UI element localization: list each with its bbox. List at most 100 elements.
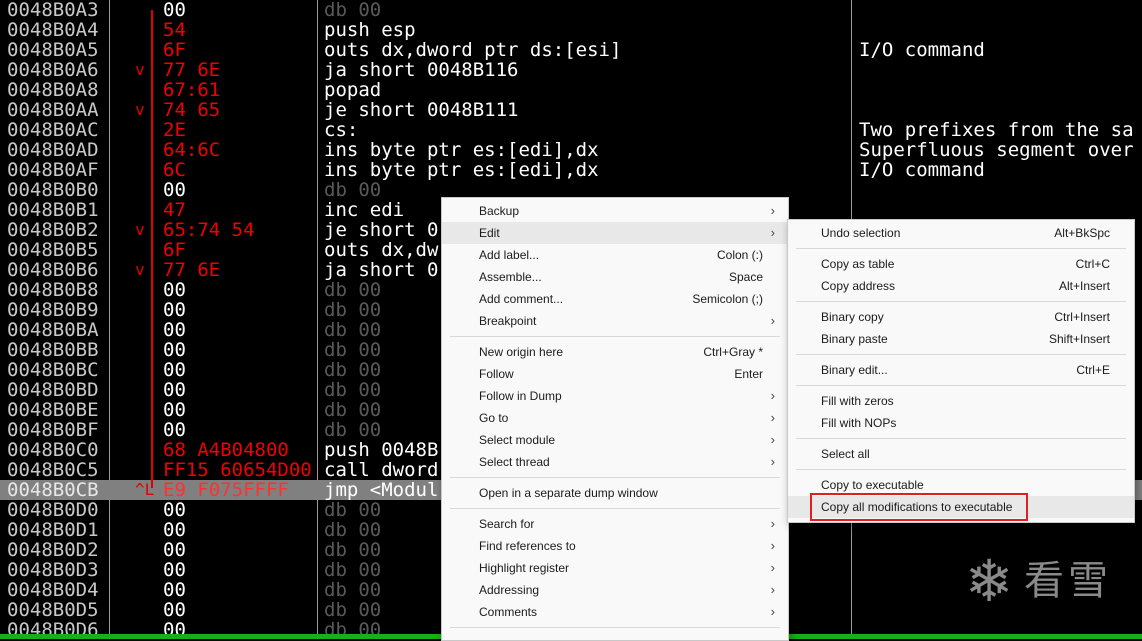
row-bytes: 00 xyxy=(163,340,186,360)
menu-item[interactable]: Add label... Colon (:) xyxy=(442,244,788,266)
menu-item-shortcut: Ctrl+E xyxy=(1076,363,1110,377)
menu-item-label: Fill with NOPs xyxy=(821,416,897,430)
menu-item-label: Follow in Dump xyxy=(479,389,562,403)
chevron-right-icon: › xyxy=(770,538,775,553)
row-address: 0048B0A4 xyxy=(7,20,99,40)
chevron-right-icon: › xyxy=(770,516,775,531)
row-bytes: E9 F075FFFF xyxy=(163,480,289,500)
menu-item-shortcut: Ctrl+Gray * xyxy=(703,345,763,359)
row-bytes: 2E xyxy=(163,120,186,140)
chevron-right-icon: › xyxy=(770,388,775,403)
menu-item[interactable]: Open in a separate dump window xyxy=(442,482,788,504)
menu-item-shortcut: Space xyxy=(728,270,763,284)
row-instruction: ja short 0048B116 xyxy=(324,60,519,80)
menu-item-label: Undo selection xyxy=(821,226,901,240)
row-address: 0048B0AA xyxy=(7,100,99,120)
disasm-row[interactable]: 0048B0A4 54 push esp xyxy=(0,20,1142,40)
row-address: 0048B0D2 xyxy=(7,540,99,560)
submenu-item[interactable]: Binary edit... Ctrl+E xyxy=(788,359,1134,381)
menu-item[interactable]: Find references to › xyxy=(442,535,788,557)
row-address: 0048B0A3 xyxy=(7,0,99,20)
menu-item[interactable]: Follow Enter xyxy=(442,363,788,385)
row-address: 0048B0BF xyxy=(7,420,99,440)
submenu-item[interactable]: Undo selection Alt+BkSpc xyxy=(788,222,1134,244)
menu-separator xyxy=(450,477,780,478)
menu-item[interactable]: Breakpoint › xyxy=(442,310,788,332)
submenu-item[interactable]: Binary paste Shift+Insert xyxy=(788,328,1134,350)
row-bytes: 64:6C xyxy=(163,140,221,160)
menu-separator xyxy=(450,627,780,628)
menu-item[interactable]: Go to › xyxy=(442,407,788,429)
submenu-item[interactable]: Fill with NOPs xyxy=(788,412,1134,434)
row-address: 0048B0A6 xyxy=(7,60,99,80)
row-bytes: 00 xyxy=(163,560,186,580)
disasm-row[interactable]: 0048B0A3 00 db 00 xyxy=(0,0,1142,20)
row-instruction: push esp xyxy=(324,20,416,40)
row-bytes: 00 xyxy=(163,520,186,540)
disasm-row[interactable]: 0048B0AF 6C ins byte ptr es:[edi],dx I/O co… xyxy=(0,160,1142,180)
jump-arrow-icon: v xyxy=(135,100,145,119)
row-bytes: 6C xyxy=(163,160,186,180)
menu-item[interactable]: New origin here Ctrl+Gray * xyxy=(442,341,788,363)
disasm-row[interactable]: 0048B0A8 67:61 popad xyxy=(0,80,1142,100)
watermark: ❄ 看雪 xyxy=(958,550,1128,620)
menu-item-label: Binary paste xyxy=(821,332,888,346)
disasm-row[interactable]: 0048B0AD 64:6C ins byte ptr es:[edi],dx Sup… xyxy=(0,140,1142,160)
row-bytes: 00 xyxy=(163,360,186,380)
row-bytes: 47 xyxy=(163,200,186,220)
row-bytes: 00 xyxy=(163,420,186,440)
menu-item[interactable]: Assemble... Space xyxy=(442,266,788,288)
chevron-right-icon: › xyxy=(770,582,775,597)
menu-item-label: Comments xyxy=(479,605,538,619)
menu-item[interactable]: Select thread › xyxy=(442,451,788,473)
menu-item[interactable]: Comments › xyxy=(442,601,788,623)
menu-separator xyxy=(450,336,780,337)
row-bytes: 00 xyxy=(163,280,186,300)
row-bytes: 00 xyxy=(163,540,186,560)
highlight-box xyxy=(810,493,1028,521)
menu-item-label: New origin here xyxy=(479,345,564,359)
submenu-item[interactable]: Copy address Alt+Insert xyxy=(788,275,1134,297)
menu-item-label: Fill with zeros xyxy=(821,394,894,408)
menu-item-label: Search for xyxy=(479,517,535,531)
row-bytes: 00 xyxy=(163,0,186,20)
menu-item[interactable]: Select module › xyxy=(442,429,788,451)
row-comment: Superfluous segment over xyxy=(859,140,1134,160)
row-bytes: 00 xyxy=(163,300,186,320)
menu-separator xyxy=(796,248,1126,249)
submenu-item[interactable]: Select all xyxy=(788,443,1134,465)
menu-item-shortcut: Alt+Insert xyxy=(1058,279,1110,293)
row-address: 0048B0D4 xyxy=(7,580,99,600)
disasm-row[interactable]: 0048B0AA v 74 65 je short 0048B111 xyxy=(0,100,1142,120)
row-address: 0048B0CB xyxy=(7,480,99,500)
row-bytes: 00 xyxy=(163,180,186,200)
row-comment: Two prefixes from the sa xyxy=(859,120,1134,140)
menu-item-label: Open in a separate dump window xyxy=(479,486,658,500)
row-address: 0048B0B0 xyxy=(7,180,99,200)
row-address: 0048B0D5 xyxy=(7,600,99,620)
row-instruction: outs dx,dword ptr ds:[esi] xyxy=(324,40,622,60)
menu-item[interactable]: Highlight register › xyxy=(442,557,788,579)
menu-item[interactable]: Backup › xyxy=(442,200,788,222)
disasm-row[interactable]: 0048B0A5 6F outs dx,dword ptr ds:[esi] I/O … xyxy=(0,40,1142,60)
chevron-right-icon: › xyxy=(770,313,775,328)
menu-item[interactable]: Follow in Dump › xyxy=(442,385,788,407)
menu-item[interactable]: Search for › xyxy=(442,513,788,535)
menu-item-label: Binary edit... xyxy=(821,363,888,377)
menu-separator xyxy=(796,438,1126,439)
submenu-item[interactable]: Fill with zeros xyxy=(788,390,1134,412)
disasm-row[interactable]: 0048B0AC 2E cs: Two prefixes from the sa xyxy=(0,120,1142,140)
disasm-row[interactable]: 0048B0A6 v 77 6E ja short 0048B116 xyxy=(0,60,1142,80)
row-address: 0048B0BA xyxy=(7,320,99,340)
row-address: 0048B0C5 xyxy=(7,460,99,480)
menu-item-shortcut: Enter xyxy=(734,367,763,381)
menu-item[interactable]: Add comment... Semicolon (;) xyxy=(442,288,788,310)
chevron-right-icon: › xyxy=(770,604,775,619)
submenu-item[interactable]: Binary copy Ctrl+Insert xyxy=(788,306,1134,328)
menu-item-shortcut: Ctrl+C xyxy=(1075,257,1110,271)
menu-item[interactable]: Edit › xyxy=(442,222,788,244)
menu-item-label: Go to xyxy=(479,411,509,425)
submenu-item[interactable]: Copy as table Ctrl+C xyxy=(788,253,1134,275)
menu-item-label: Add comment... xyxy=(479,292,564,306)
menu-item[interactable]: Addressing › xyxy=(442,579,788,601)
